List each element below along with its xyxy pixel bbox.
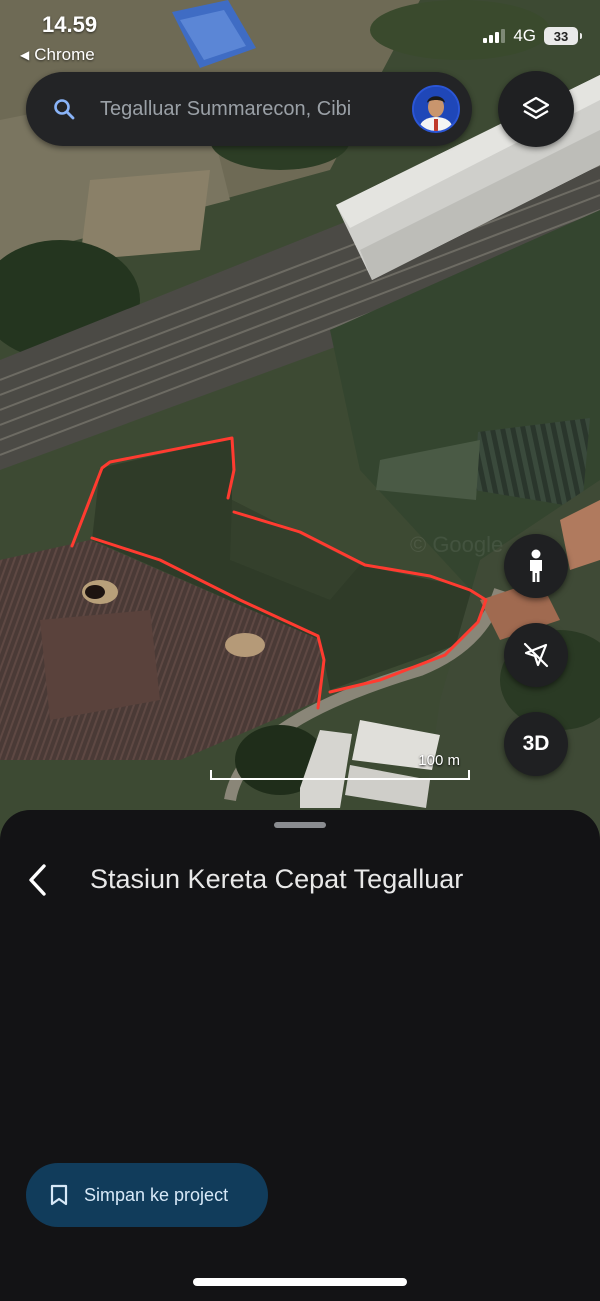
place-bottom-sheet[interactable]: Stasiun Kereta Cepat Tegalluar Simpan ke…	[0, 810, 600, 1301]
place-title: Stasiun Kereta Cepat Tegalluar	[90, 864, 464, 894]
layers-button[interactable]	[498, 71, 574, 147]
scale-label: 100 m	[418, 752, 460, 769]
layers-icon	[522, 96, 550, 120]
search-bar[interactable]	[26, 72, 472, 146]
pegman-icon	[530, 549, 542, 582]
chevron-left-icon	[29, 864, 46, 896]
avatar[interactable]	[412, 85, 460, 133]
status-time: 14.59	[42, 12, 98, 37]
back-triangle-icon: ◀	[20, 48, 30, 62]
compass-off-icon	[523, 642, 549, 668]
bookmark-icon	[50, 1184, 68, 1206]
sheet-drag-handle[interactable]	[274, 822, 326, 828]
compass-button[interactable]	[504, 623, 568, 687]
signal-strength-icon	[483, 29, 506, 43]
status-indicators: 4G 33	[483, 26, 582, 46]
home-indicator[interactable]	[193, 1278, 407, 1286]
status-bar: 14.59 ◀ Chrome 4G 33	[0, 0, 600, 70]
profile-photo	[414, 87, 458, 131]
svg-text:© Google: © Google	[410, 532, 503, 557]
scale-bar	[210, 770, 470, 780]
back-app-label: Chrome	[34, 45, 95, 64]
back-button[interactable]	[18, 858, 58, 902]
street-view-button[interactable]	[504, 534, 568, 598]
save-to-project-button[interactable]: Simpan ke project	[26, 1163, 268, 1227]
battery-icon: 33	[544, 27, 582, 45]
3d-toggle-button[interactable]: 3D	[504, 712, 568, 776]
map-scale: 100 m	[210, 752, 470, 780]
search-icon[interactable]	[52, 97, 76, 121]
network-type: 4G	[513, 26, 536, 45]
save-to-project-label: Simpan ke project	[84, 1184, 229, 1205]
search-input[interactable]	[100, 97, 382, 121]
battery-level: 33	[553, 28, 569, 44]
back-to-app-link[interactable]: ◀ Chrome	[20, 45, 95, 65]
